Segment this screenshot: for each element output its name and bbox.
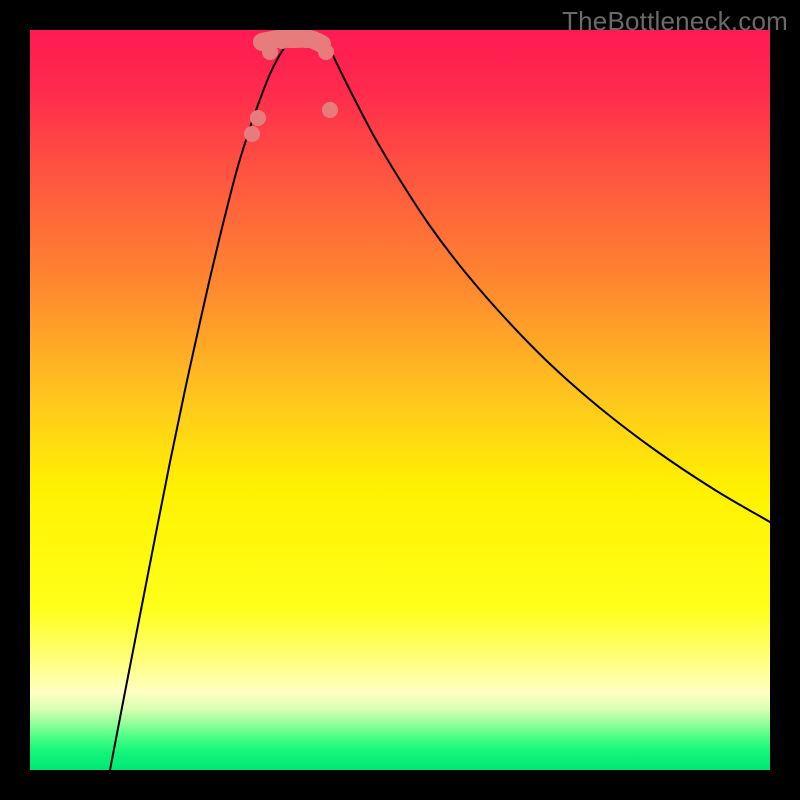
- chart-frame: TheBottleneck.com: [0, 0, 800, 800]
- marker-valley-markers: [250, 110, 266, 126]
- series-valley-band: [262, 39, 322, 44]
- plot-area: [30, 30, 770, 770]
- curves-layer: [30, 30, 770, 770]
- watermark-text: TheBottleneck.com: [562, 6, 788, 37]
- series-left-curve: [110, 45, 286, 770]
- marker-valley-markers: [244, 126, 260, 142]
- series-right-curve: [328, 45, 770, 522]
- marker-valley-markers: [322, 102, 338, 118]
